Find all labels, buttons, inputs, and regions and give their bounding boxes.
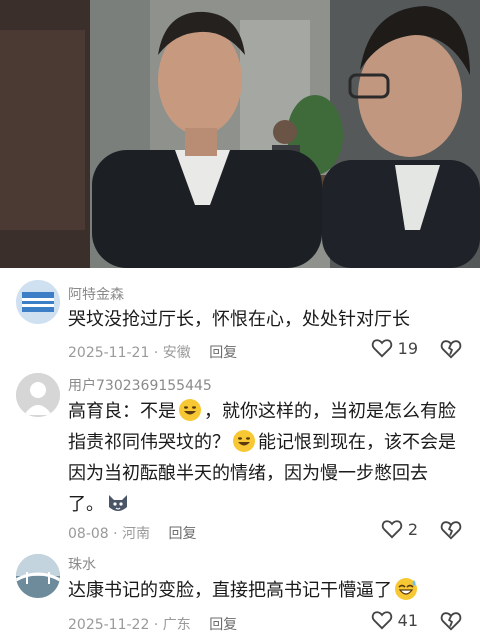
comment-item: 阿特金森 哭坟没抢过厅长，怀恨在心，处处针对厅长 2025-11-21 · 安徽…: [0, 268, 480, 368]
comment-text: 达康书记的变脸，直接把高书记干懵逼了: [68, 575, 468, 606]
username[interactable]: 用户7302369155445: [68, 375, 212, 395]
default-avatar-icon: [16, 373, 60, 417]
avatar-image: [16, 280, 60, 324]
comment-line: 指责祁同伟哭坟的？ 能记恨到现在，该不会是: [68, 427, 468, 458]
text-segment: 因为当初酝酿半天的情绪，因为慢一步憋回去: [68, 463, 428, 484]
heart-outline-icon: [381, 520, 403, 539]
reply-button[interactable]: 回复: [209, 617, 237, 633]
comment-meta: 2025-11-21 · 安徽 回复: [68, 342, 237, 362]
like-count: 19: [397, 338, 418, 358]
sweat-smile-emoji-icon: [395, 578, 417, 600]
text-segment: 达康书记的变脸，直接把高书记干懵逼了: [68, 580, 392, 601]
avatar-image: [16, 554, 60, 598]
text-segment: 高育良：不是: [68, 401, 176, 422]
grinning-emoji-icon: [179, 399, 201, 421]
broken-heart-icon[interactable]: [440, 338, 462, 360]
comment-location: 河南: [122, 526, 151, 542]
dog-sticker-icon: [109, 495, 127, 511]
broken-heart-icon[interactable]: [440, 610, 462, 632]
scene-illustration: [0, 0, 480, 268]
comment-text: 哭坟没抢过厅长，怀恨在心，处处针对厅长: [68, 309, 410, 330]
comment-list: 阿特金森 哭坟没抢过厅长，怀恨在心，处处针对厅长 2025-11-21 · 安徽…: [0, 268, 480, 640]
username[interactable]: 珠水: [68, 554, 96, 574]
comment-date: 08-08: [68, 526, 109, 542]
avatar[interactable]: [16, 554, 60, 598]
comment-line: 高育良：不是 ，就你这样的，当初是怎么有脸: [68, 396, 468, 427]
video-still-image: [0, 0, 480, 268]
comment-line: 因为当初酝酿半天的情绪，因为慢一步憋回去: [68, 458, 468, 489]
grinning-emoji-icon: [233, 430, 255, 452]
reply-button[interactable]: 回复: [209, 345, 237, 361]
comment-line: 了。: [68, 489, 468, 520]
like-count: 2: [407, 519, 418, 539]
heart-outline-icon: [371, 339, 392, 358]
heart-outline-icon: [371, 611, 392, 630]
comment-meta: 08-08 · 河南 回复: [68, 523, 197, 543]
comment-location: 安徽: [162, 345, 191, 361]
comment-text: 高育良：不是 ，就你这样的，当初是怎么有脸 指责祁同伟哭坟的？ 能记恨到现在，该不会…: [68, 396, 468, 520]
comment-location: 广东: [162, 617, 191, 633]
broken-heart-icon[interactable]: [440, 519, 462, 541]
reply-button[interactable]: 回复: [169, 526, 197, 542]
text-segment: 了。: [68, 494, 104, 515]
like-button[interactable]: 41: [371, 610, 418, 630]
text-segment: 能记恨到现在，该不会是: [258, 432, 456, 453]
like-button[interactable]: 19: [371, 338, 418, 358]
separator-dot: ·: [153, 345, 163, 361]
text-segment: ，就你这样的，当初是怎么有脸: [204, 401, 456, 422]
separator-dot: ·: [113, 526, 123, 542]
like-button[interactable]: 2: [381, 519, 418, 539]
comment-item: 珠水 达康书记的变脸，直接把高书记干懵逼了 2025-11-22 · 广东 回复…: [0, 548, 480, 640]
comment-meta: 2025-11-22 · 广东 回复: [68, 614, 237, 634]
username[interactable]: 阿特金森: [68, 284, 124, 304]
avatar[interactable]: [16, 373, 60, 417]
like-count: 41: [397, 610, 418, 630]
separator-dot: ·: [153, 617, 163, 633]
avatar[interactable]: [16, 280, 60, 324]
comment-date: 2025-11-22: [68, 617, 150, 633]
comment-date: 2025-11-21: [68, 345, 150, 361]
comment-item: 用户7302369155445 高育良：不是 ，就你这样的，当初是怎么有脸 指责祁…: [0, 368, 480, 548]
text-segment: 指责祁同伟哭坟的？: [68, 432, 230, 453]
